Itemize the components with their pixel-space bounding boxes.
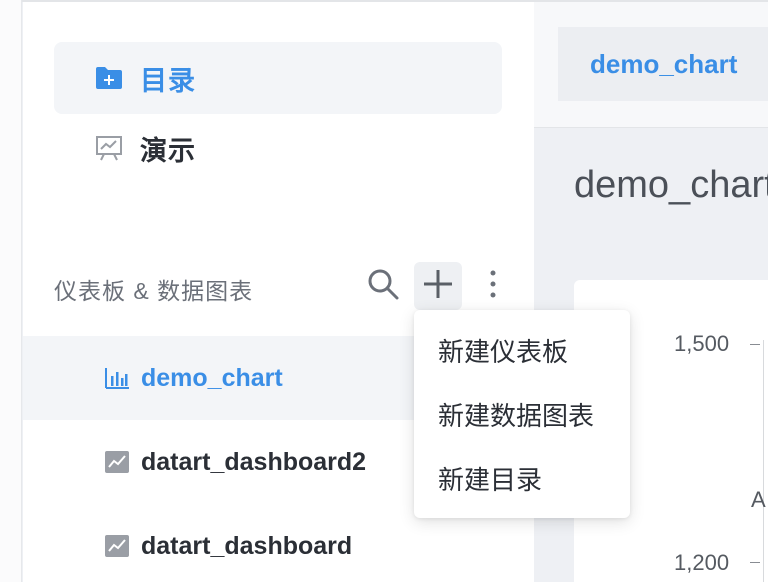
bar-chart-icon xyxy=(103,364,131,392)
more-button[interactable] xyxy=(469,262,517,310)
search-button[interactable] xyxy=(359,262,407,310)
more-vertical-icon xyxy=(488,268,498,305)
tab-bar: demo_chart xyxy=(534,2,768,128)
nav-item-catalog[interactable]: 目录 xyxy=(54,42,502,114)
tree-item-label: demo_chart xyxy=(141,363,283,392)
menu-item-new-datachart[interactable]: 新建数据图表 xyxy=(414,382,630,446)
add-dropdown-menu: 新建仪表板 新建数据图表 新建目录 xyxy=(414,310,630,518)
nav-catalog-label: 目录 xyxy=(140,65,196,96)
section-title: 仪表板 & 数据图表 xyxy=(54,278,254,304)
line-chart-icon xyxy=(103,448,131,476)
y-tick-label: 1,500 xyxy=(674,331,730,356)
tree-item-label: datart_dashboard xyxy=(141,531,353,560)
y-axis-line xyxy=(763,340,764,582)
nav-presentation-label: 演示 xyxy=(140,135,196,166)
y-tick-label: 1,200 xyxy=(674,550,730,575)
presentation-icon xyxy=(94,133,124,163)
add-button[interactable] xyxy=(414,262,462,310)
line-chart-icon xyxy=(103,532,131,560)
plus-icon xyxy=(422,268,454,305)
y-tick-mark xyxy=(750,562,760,563)
menu-item-new-dashboard[interactable]: 新建仪表板 xyxy=(414,318,630,382)
section-header: 仪表板 & 数据图表 xyxy=(23,254,534,318)
menu-item-new-folder[interactable]: 新建目录 xyxy=(414,446,630,510)
folder-add-icon xyxy=(94,63,124,93)
y-tick-mark xyxy=(750,344,760,345)
nav-item-presentation[interactable]: 演示 xyxy=(54,112,502,184)
tree-item-label: datart_dashboard2 xyxy=(141,447,367,476)
page-title: demo_chart xyxy=(574,164,768,206)
app-left-rail xyxy=(0,0,22,582)
tab-demo-chart[interactable]: demo_chart xyxy=(558,27,768,101)
search-icon xyxy=(366,267,400,306)
clipped-label: A xyxy=(751,487,766,512)
